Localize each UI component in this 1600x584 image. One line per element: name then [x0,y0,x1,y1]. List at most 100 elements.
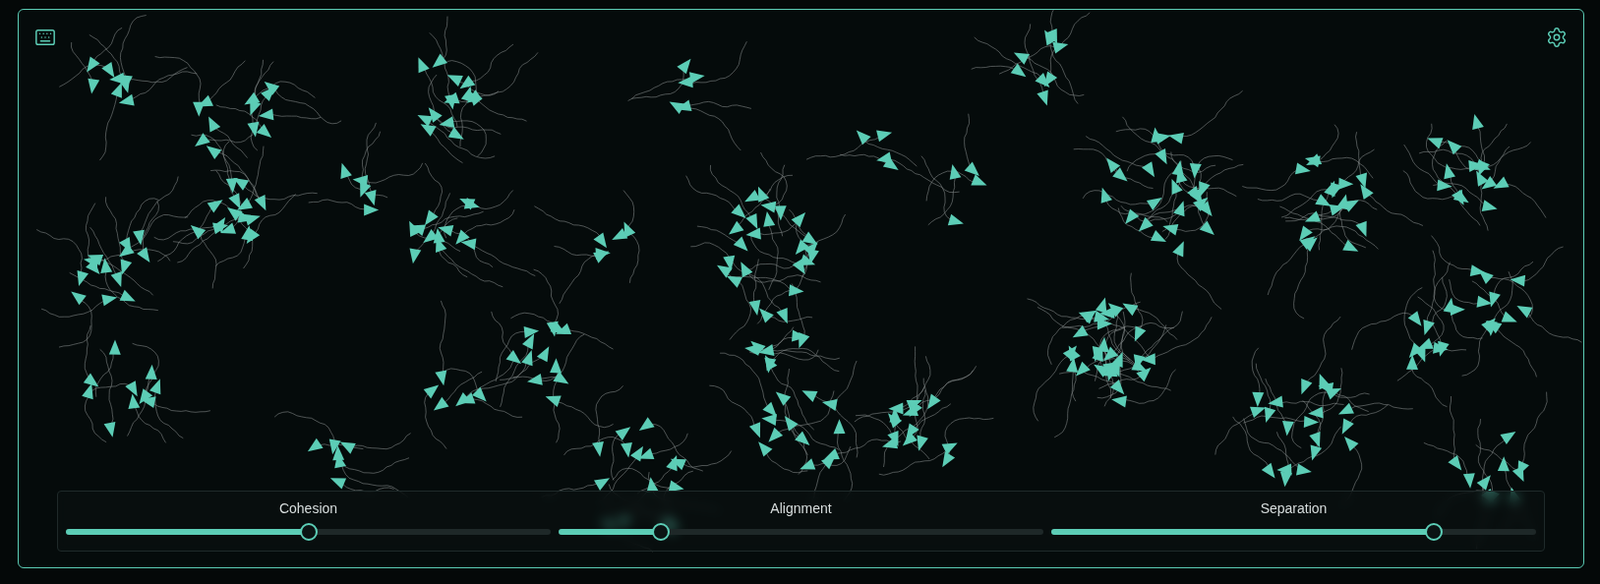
slider-thumb[interactable] [651,523,670,541]
boid [81,383,94,400]
boid-trail [1450,396,1457,464]
boid [1497,456,1510,472]
boid-trail [1118,208,1159,239]
slider-fill [1051,529,1434,535]
boid-trail [1316,367,1343,414]
boid [1251,392,1264,408]
boid-trail [637,464,674,495]
boid [119,290,136,302]
boid [1422,319,1435,336]
boid [1463,473,1476,489]
boid [888,402,903,415]
boid-trail [348,433,412,450]
boid [745,213,758,230]
boid-trail [801,214,846,248]
slider-control: Alignment [558,499,1044,541]
boid-trail [1423,442,1470,479]
boid [536,346,549,362]
settings-button[interactable] [1542,23,1571,52]
boid-trail [533,206,601,241]
boid [856,129,872,145]
boid [258,108,275,120]
slider-fill [65,529,309,535]
boid [1329,204,1346,217]
boid [765,355,777,371]
slider-thumb[interactable] [1424,523,1443,541]
gear-icon [1545,26,1568,49]
boid [417,57,429,73]
boid [1036,90,1048,107]
boid [1095,297,1108,314]
boid [85,259,100,275]
boid [329,438,342,455]
boid [1198,201,1213,218]
boid [433,228,446,244]
boid-trail [155,387,184,439]
boid [799,458,816,470]
boid [410,248,422,265]
boid-trail [1177,90,1244,137]
boid [546,321,559,338]
boid [447,74,464,87]
boid [233,177,249,191]
boid [307,438,324,452]
boid [1338,177,1354,190]
boid [1199,221,1215,236]
boid [964,162,980,178]
boid [555,323,572,335]
boid [1477,474,1491,490]
boid-trail [676,106,741,151]
boid [902,405,919,416]
boid-trail [893,419,930,460]
boid-trail [964,114,974,171]
boid [363,203,379,216]
boid-trail [1340,202,1366,248]
boid [744,189,761,202]
boid-trail [1255,363,1271,415]
boid [1488,291,1501,307]
slider-track[interactable] [1051,529,1537,535]
boid-trail [361,163,423,183]
boid [1106,157,1121,174]
slider-track[interactable] [65,529,551,535]
boid-trail [1122,117,1163,157]
boid [104,421,117,438]
boid [1150,127,1163,144]
boid-trail [500,341,531,408]
boid [433,397,450,412]
boid [254,194,267,211]
boid-trail [879,447,950,476]
boid [1068,345,1081,361]
boid-trail [1294,242,1311,319]
boid [1249,407,1266,418]
controls-panel: Cohesion Alignment Separation [57,490,1545,552]
slider-control: Separation [1051,499,1537,541]
boid [432,54,449,68]
boid-trail [439,244,504,287]
boid [593,477,610,491]
boid-trail [157,204,216,262]
slider-control: Cohesion [65,499,551,541]
boid [1426,137,1443,149]
boid [459,198,475,210]
boid [1044,29,1058,46]
boid [639,416,655,431]
boid [1066,356,1078,373]
boid-trail [768,350,840,359]
boid-trail [461,209,515,238]
boid-trail [921,156,955,222]
boid-trail [1080,301,1141,334]
boid-trail [154,227,221,240]
boid-trail [119,15,146,82]
boid [1447,139,1463,155]
slider-track[interactable] [558,529,1044,535]
boid [888,413,902,428]
boid [821,455,836,471]
boid [1154,148,1167,165]
boid [434,369,447,386]
boid-trail [1484,276,1533,319]
keyboard-button[interactable] [31,23,60,52]
slider-label: Alignment [558,499,1044,518]
boid [1409,343,1423,358]
slider-thumb[interactable] [299,523,318,541]
